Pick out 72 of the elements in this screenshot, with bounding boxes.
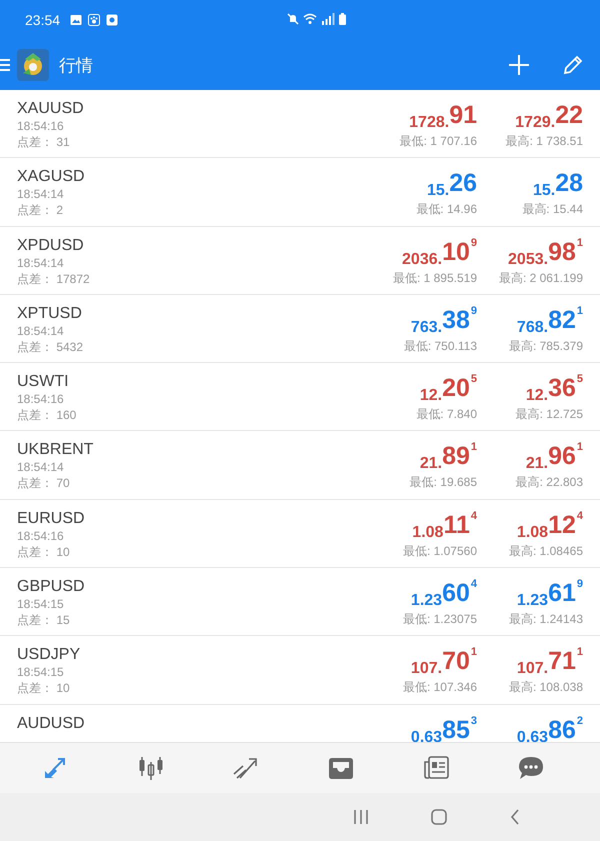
quote-time: 18:54:15 (17, 596, 65, 612)
spread-label: 点差： 5432 (17, 338, 84, 355)
menu-icon[interactable] (0, 58, 10, 72)
symbol-name: XAUUSD (17, 99, 85, 118)
low-label: 最低: 107.346 (402, 679, 477, 696)
low-label: 最低: 7.840 (416, 406, 477, 422)
high-label: 最高: 12.725 (516, 406, 583, 422)
quote-time: 18:54:16 (17, 528, 65, 544)
high-label: 最高: 1.24143 (508, 611, 583, 628)
tab[interactable] (518, 756, 544, 780)
tab[interactable] (138, 756, 164, 780)
spread-label: 点差： 31 (17, 134, 71, 150)
spread-label: 点差： 160 (17, 407, 78, 424)
symbol-name: XAGUSD (17, 167, 86, 186)
tab[interactable] (328, 756, 354, 780)
add-icon[interactable] (508, 54, 530, 76)
quote-time: 18:54:14 (17, 459, 65, 476)
battery-icon (339, 13, 346, 25)
tab[interactable] (423, 756, 449, 780)
app-logo-icon (17, 49, 49, 81)
symbol-name: EURUSD (17, 508, 86, 528)
quote-time: 18:54:14 (17, 254, 65, 271)
high-label: 最高: 1 738.51 (506, 133, 583, 149)
high-label: 最高: 22.803 (516, 474, 583, 490)
quote-time: 18:54:16 (17, 391, 65, 408)
candlestick-icon (138, 756, 164, 780)
symbol-name: XPTUSD (17, 304, 83, 323)
spread-label: 点差： 10 (17, 680, 71, 696)
low-label: 最低: 1.23075 (402, 611, 477, 628)
screen-title: 行情 (59, 54, 93, 76)
high-label: 最高: 15.44 (522, 201, 583, 218)
wifi-icon (303, 13, 317, 25)
symbol-name: UKBRENT (17, 440, 94, 460)
home-icon[interactable] (431, 809, 447, 825)
high-label: 最高: 108.038 (508, 679, 583, 696)
low-label: 最低: 1 707.16 (400, 133, 477, 149)
high-label: 最高: 1.08465 (508, 542, 583, 559)
recent-apps-icon[interactable] (353, 809, 369, 825)
quote-time: 18:54:14 (17, 322, 65, 339)
back-icon[interactable] (509, 809, 521, 825)
low-label: 最低: 14.96 (416, 201, 477, 218)
symbol-name: USWTI (17, 372, 70, 392)
notification-icon (106, 14, 118, 26)
spread-label: 点差： 2 (17, 202, 64, 218)
paw-icon (88, 14, 100, 26)
gallery-icon (70, 14, 82, 26)
low-label: 最低: 1.07560 (402, 542, 477, 559)
low-label: 最低: 1 895.519 (392, 270, 477, 286)
inbox-icon (328, 756, 354, 780)
low-label: 最低: 19.685 (410, 474, 477, 490)
symbol-name: USDJPY (17, 645, 82, 664)
spread-label: 点差： 15 (17, 612, 71, 628)
symbol-name: GBPUSD (17, 577, 86, 596)
spread-label: 点差： 70 (17, 475, 71, 492)
pencil-icon[interactable] (562, 54, 584, 76)
high-label: 最高: 785.379 (508, 338, 583, 354)
mute-icon (287, 13, 299, 25)
chat-icon (518, 756, 544, 780)
symbol-name: XPDUSD (17, 236, 85, 255)
trend-icon (233, 756, 259, 780)
signal-icon (321, 13, 335, 25)
newspaper-icon (423, 756, 449, 780)
high-label: 最高: 2 061.199 (498, 270, 583, 286)
tab[interactable] (233, 756, 259, 780)
quote-time: 18:54:14 (17, 186, 65, 202)
symbol-name: AUDUSD (17, 714, 86, 733)
quote-time: 18:54:15 (17, 664, 65, 680)
low-label: 最低: 750.113 (404, 338, 477, 354)
spread-label: 点差： 10 (17, 544, 71, 560)
status-time: 23:54 (25, 12, 60, 28)
quote-time: 18:54:16 (17, 118, 65, 134)
spread-label: 点差： 17872 (17, 270, 91, 287)
